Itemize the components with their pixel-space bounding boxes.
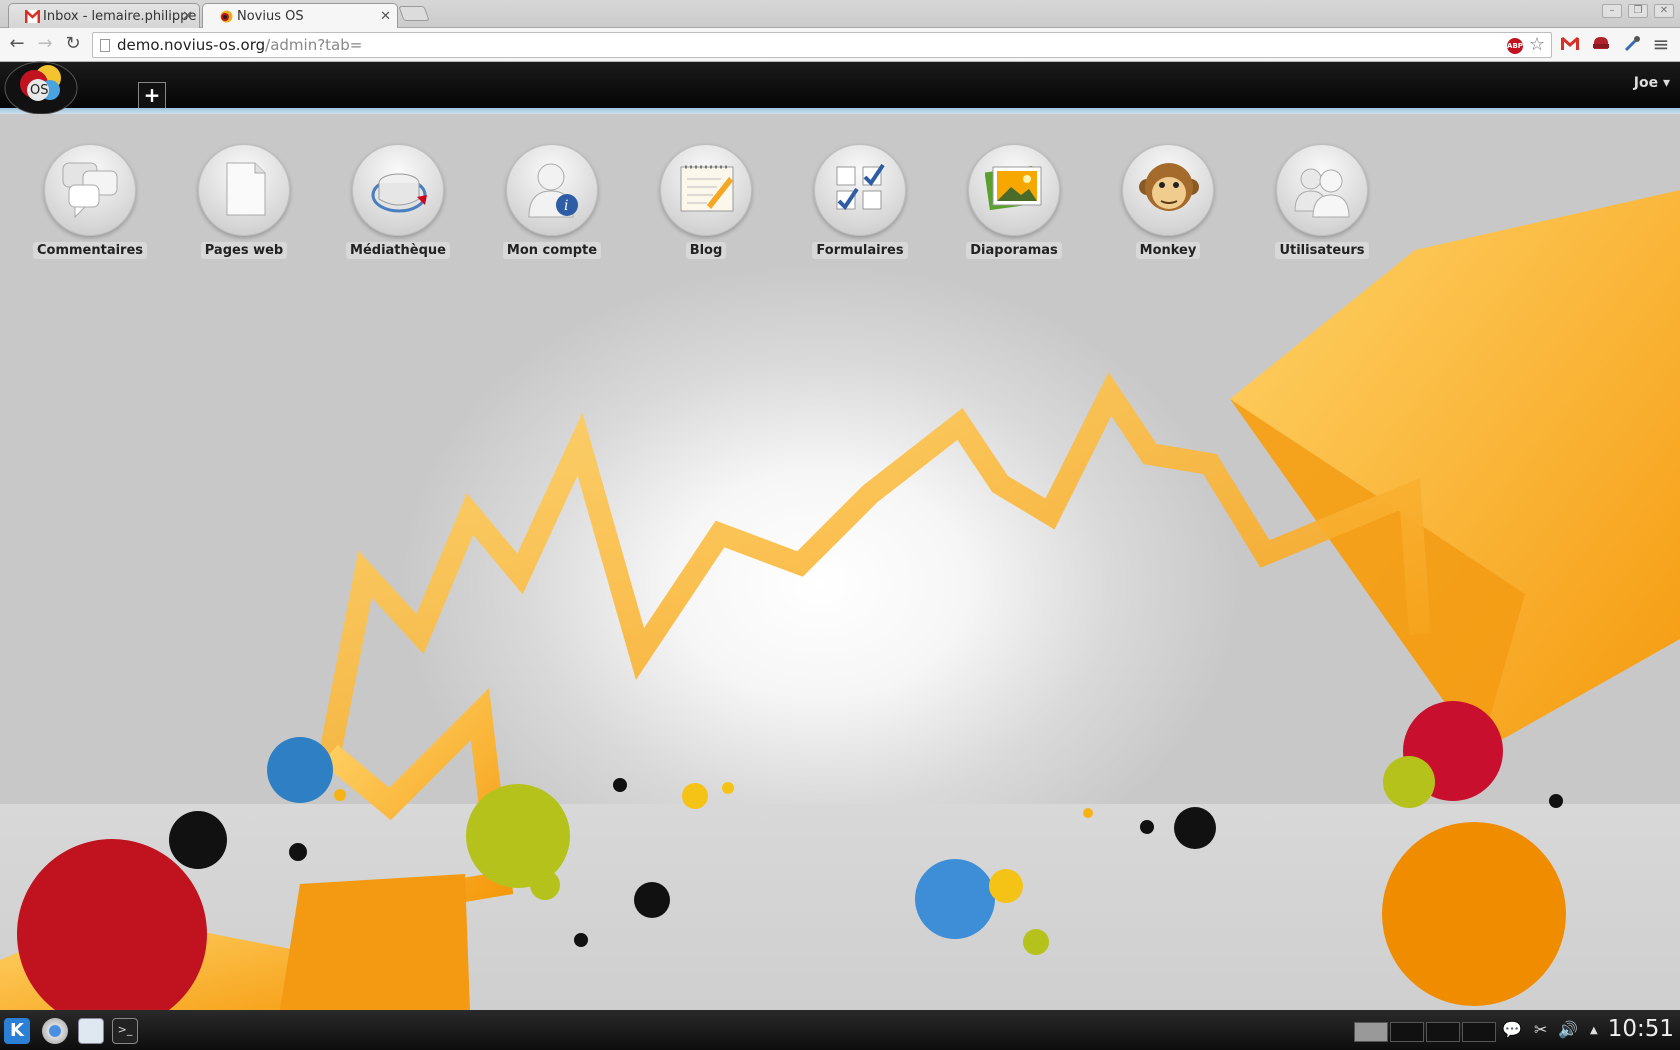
url-path: /admin?tab= bbox=[265, 36, 363, 54]
comments-icon bbox=[44, 144, 136, 236]
file-manager-icon[interactable] bbox=[78, 1018, 104, 1044]
launcher-mediatheque[interactable]: Médiathèque bbox=[338, 144, 458, 259]
browser-toolbar: ← → ↻ demo.novius-os.org/admin?tab= ABP … bbox=[0, 28, 1680, 62]
volume-icon[interactable]: 🔊 bbox=[1558, 1020, 1578, 1039]
launcher-label: Monkey bbox=[1135, 242, 1201, 259]
close-tab-icon[interactable]: ✕ bbox=[182, 9, 193, 24]
new-tab-button[interactable] bbox=[398, 6, 430, 21]
kde-menu-icon[interactable]: K bbox=[4, 1018, 30, 1044]
adblock-icon[interactable]: ABP bbox=[1507, 38, 1523, 54]
desktop-wallpaper: Commentaires Pages web Médiathèque i Mon… bbox=[0, 114, 1680, 1010]
launcher-label: Utilisateurs bbox=[1275, 242, 1369, 259]
launcher-pages-web[interactable]: Pages web bbox=[184, 144, 304, 259]
minimize-window-icon[interactable]: – bbox=[1602, 4, 1622, 18]
user-menu[interactable]: Joe ▾ bbox=[1634, 75, 1670, 91]
eyedropper-extension-icon[interactable] bbox=[1622, 34, 1642, 54]
desktop-pager-3[interactable] bbox=[1426, 1022, 1460, 1042]
monkey-icon bbox=[1122, 144, 1214, 236]
launcher-label: Blog bbox=[685, 242, 727, 259]
terminal-icon[interactable]: >_ bbox=[112, 1018, 138, 1044]
launcher-mon-compte[interactable]: i Mon compte bbox=[492, 144, 612, 259]
slideshow-photo-icon bbox=[968, 144, 1060, 236]
users-icon bbox=[1276, 144, 1368, 236]
launcher-utilisateurs[interactable]: Utilisateurs bbox=[1262, 144, 1382, 259]
desktop-pager-1[interactable] bbox=[1354, 1022, 1388, 1042]
close-tab-icon[interactable]: ✕ bbox=[380, 9, 391, 24]
chromium-icon[interactable] bbox=[42, 1018, 68, 1044]
svg-text:i: i bbox=[564, 198, 568, 214]
address-bar[interactable]: demo.novius-os.org/admin?tab= ABP ☆ bbox=[92, 32, 1552, 58]
tab-title: Inbox - lemaire.philippe bbox=[43, 9, 197, 24]
chat-icon[interactable]: 💬 bbox=[1502, 1020, 1522, 1039]
logo-text: OS bbox=[30, 83, 48, 98]
page-icon bbox=[198, 144, 290, 236]
browser-tab-strip: Inbox - lemaire.philippe ✕ Novius OS ✕ –… bbox=[0, 0, 1680, 29]
desktop-pager-4[interactable] bbox=[1462, 1022, 1496, 1042]
launcher-label: Formulaires bbox=[812, 242, 908, 259]
launcher-formulaires[interactable]: Formulaires bbox=[800, 144, 920, 259]
novius-top-bar bbox=[0, 62, 1680, 108]
desktop-pager-2[interactable] bbox=[1390, 1022, 1424, 1042]
novius-favicon-icon bbox=[220, 10, 233, 23]
novius-os-logo[interactable]: OS bbox=[4, 56, 78, 116]
url-host: demo.novius-os.org bbox=[117, 36, 266, 54]
launcher-label: Mon compte bbox=[502, 242, 602, 259]
tab-title: Novius OS bbox=[237, 9, 304, 24]
forms-checkbox-icon bbox=[814, 144, 906, 236]
bookmark-star-icon[interactable]: ☆ bbox=[1529, 34, 1545, 55]
page-icon bbox=[100, 39, 110, 52]
reload-icon[interactable]: ↻ bbox=[62, 34, 84, 56]
restore-window-icon[interactable]: ❐ bbox=[1628, 4, 1648, 18]
back-icon[interactable]: ← bbox=[6, 34, 28, 56]
new-app-tab-button[interactable]: + bbox=[138, 82, 166, 108]
clock[interactable]: 10:51 bbox=[1608, 1016, 1674, 1042]
blog-notepad-icon bbox=[660, 144, 752, 236]
tray-expand-icon[interactable]: ▲ bbox=[1590, 1025, 1598, 1036]
account-icon: i bbox=[506, 144, 598, 236]
chrome-menu-icon[interactable]: ≡ bbox=[1650, 34, 1672, 56]
launcher-commentaires[interactable]: Commentaires bbox=[30, 144, 150, 259]
forward-icon[interactable]: → bbox=[34, 34, 56, 56]
tab-novius-os[interactable]: Novius OS ✕ bbox=[202, 3, 398, 29]
launcher-monkey[interactable]: Monkey bbox=[1108, 144, 1228, 259]
tab-gmail-inbox[interactable]: Inbox - lemaire.philippe ✕ bbox=[8, 3, 200, 29]
close-window-icon[interactable]: ✕ bbox=[1654, 4, 1674, 18]
launcher-blog[interactable]: Blog bbox=[646, 144, 766, 259]
gmail-icon bbox=[25, 10, 40, 23]
kde-taskbar: K >_ 💬 ✂ 🔊 ▲ 10:51 bbox=[0, 1010, 1680, 1050]
launcher-label: Pages web bbox=[200, 242, 288, 259]
clipboard-scissors-icon[interactable]: ✂ bbox=[1534, 1020, 1547, 1039]
armchair-extension-icon[interactable] bbox=[1591, 34, 1611, 54]
launcher-diaporamas[interactable]: Diaporamas bbox=[954, 144, 1074, 259]
launcher-label: Diaporamas bbox=[966, 242, 1062, 259]
launcher-label: Médiathèque bbox=[346, 242, 450, 259]
launcher-label: Commentaires bbox=[32, 242, 148, 259]
gmail-extension-icon[interactable] bbox=[1560, 34, 1580, 54]
media-library-icon bbox=[352, 144, 444, 236]
